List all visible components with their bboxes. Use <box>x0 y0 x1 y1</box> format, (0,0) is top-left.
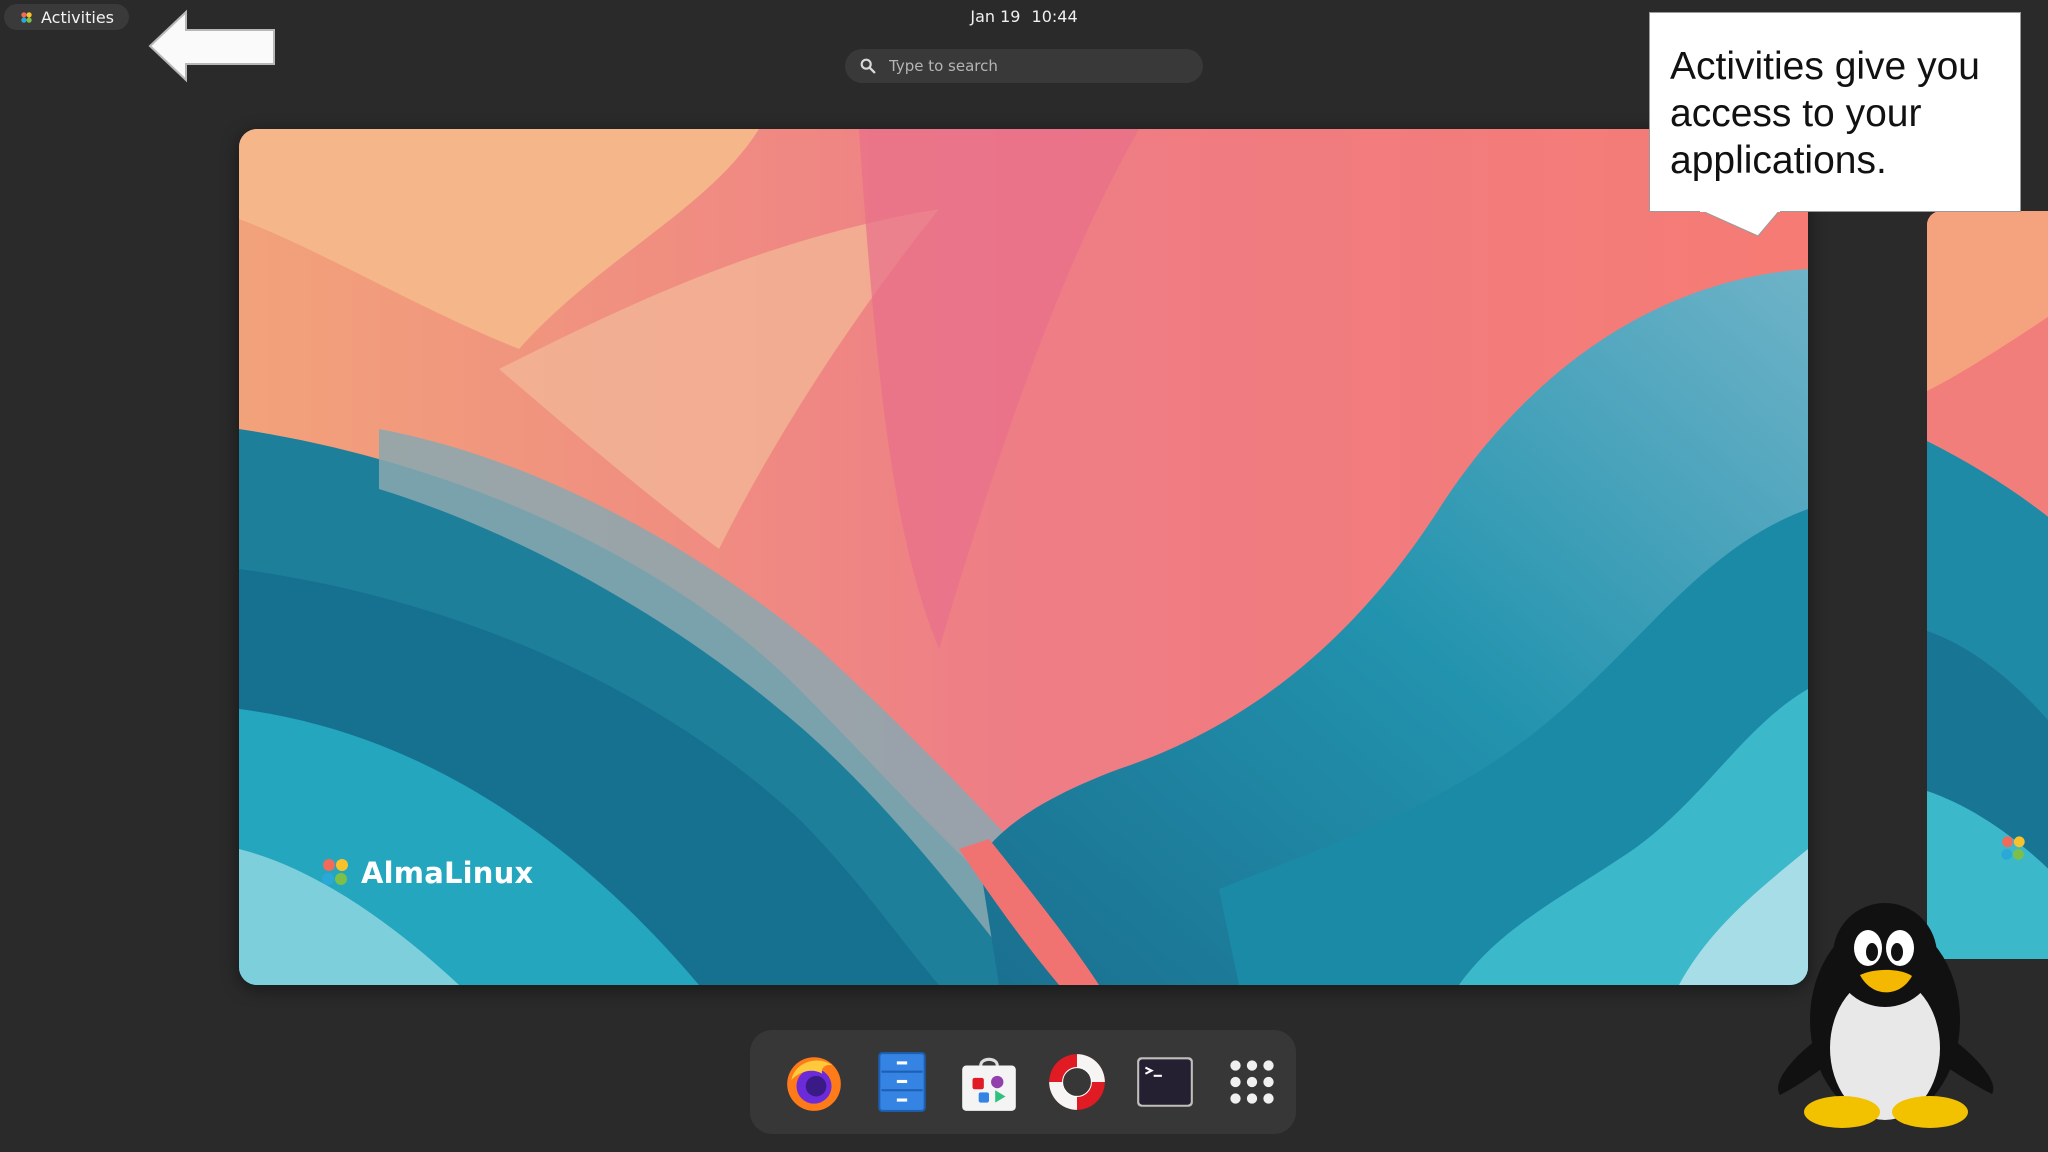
dock-item-help[interactable] <box>1033 1038 1121 1126</box>
terminal-icon <box>1136 1057 1193 1107</box>
dock-item-show-apps[interactable] <box>1208 1038 1296 1126</box>
search-bar[interactable] <box>845 49 1203 83</box>
lifebuoy-icon <box>1049 1054 1105 1110</box>
dock-item-terminal[interactable] <box>1121 1038 1209 1126</box>
dock-item-files[interactable] <box>858 1038 946 1126</box>
almalinux-logo-icon <box>2001 836 2025 860</box>
firefox-icon <box>787 1057 841 1111</box>
callout-tail <box>1700 210 1780 237</box>
app-grid-icon <box>1230 1060 1274 1104</box>
dock-item-software[interactable] <box>945 1038 1033 1126</box>
workspace-thumbnail-next[interactable] <box>1927 211 2048 959</box>
dock-item-firefox[interactable] <box>770 1038 858 1126</box>
callout-box: Activities give you access to your appli… <box>1649 12 2021 212</box>
clock-date: Jan 19 <box>970 7 1021 26</box>
search-icon <box>860 58 876 74</box>
callout-text: Activities give you access to your appli… <box>1670 45 1980 182</box>
files-icon <box>877 1052 926 1112</box>
workspace-thumbnail[interactable]: AlmaLinux <box>239 129 1808 985</box>
clock-time: 10:44 <box>1031 7 1078 26</box>
tux-penguin-mascot <box>1778 903 1994 1128</box>
almalinux-brand: AlmaLinux <box>315 853 533 893</box>
search-input[interactable] <box>887 56 1203 76</box>
almalinux-logo-icon <box>322 859 348 885</box>
software-icon <box>962 1057 1016 1111</box>
pointer-arrow-icon <box>148 9 275 83</box>
dash-dock <box>750 1030 1296 1134</box>
brand-name: AlmaLinux <box>361 856 534 890</box>
